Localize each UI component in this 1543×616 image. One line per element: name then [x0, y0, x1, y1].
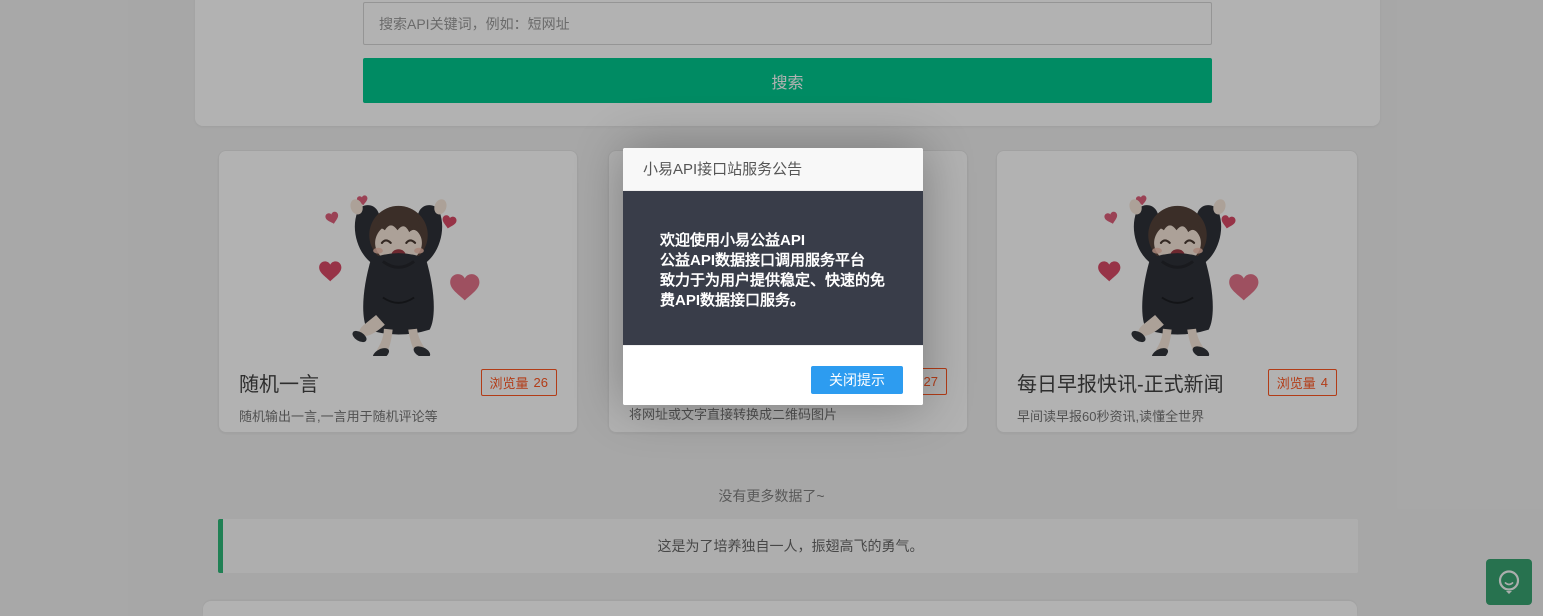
page: 搜索 随机一言 浏览量 26 随机输出一言,一言用于随机评论等 浏览量 27 将…	[0, 0, 1543, 616]
announcement-modal: 小易API接口站服务公告 欢迎使用小易公益API 公益API数据接口调用服务平台…	[623, 148, 923, 405]
modal-body-line: 公益API数据接口调用服务平台	[660, 252, 866, 269]
modal-close-button[interactable]: 关闭提示	[811, 366, 903, 394]
modal-body-line: 欢迎使用小易公益API	[660, 232, 806, 249]
modal-body: 欢迎使用小易公益API 公益API数据接口调用服务平台 致力于为用户提供稳定、快…	[623, 191, 923, 345]
modal-footer: 关闭提示	[623, 345, 923, 405]
modal-title-bar[interactable]: 小易API接口站服务公告	[623, 148, 923, 191]
modal-body-line: 致力于为用户提供稳定、快速的免费API数据接口服务。	[660, 272, 886, 309]
